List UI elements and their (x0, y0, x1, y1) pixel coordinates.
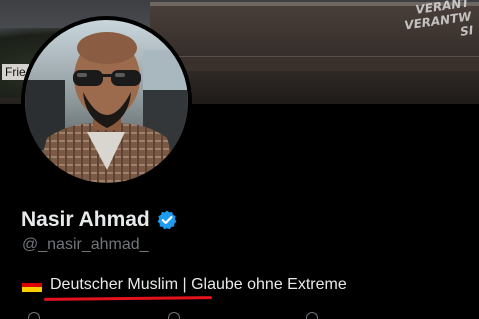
verified-badge-icon[interactable] (156, 209, 178, 231)
red-underline-annotation (43, 296, 213, 301)
germany-flag-icon (22, 278, 42, 292)
display-name: Nasir Ahmad (21, 208, 150, 231)
profile-avatar[interactable] (21, 16, 192, 187)
profile-bio: Deutscher Muslim | Glaube ohne Extreme (22, 276, 347, 294)
avatar-photo (25, 20, 188, 183)
banner-graffiti: VERANT VERANTW SI (399, 0, 477, 67)
profile-name-row: Nasir Ahmad (21, 206, 178, 234)
profile-meta-icons-partial (22, 312, 462, 319)
graffiti-text: VERANT VERANTW SI (403, 0, 475, 39)
profile-handle: @_nasir_ahmad_ (22, 236, 149, 253)
bio-text: Deutscher Muslim | Glaube ohne Extreme (50, 276, 347, 293)
